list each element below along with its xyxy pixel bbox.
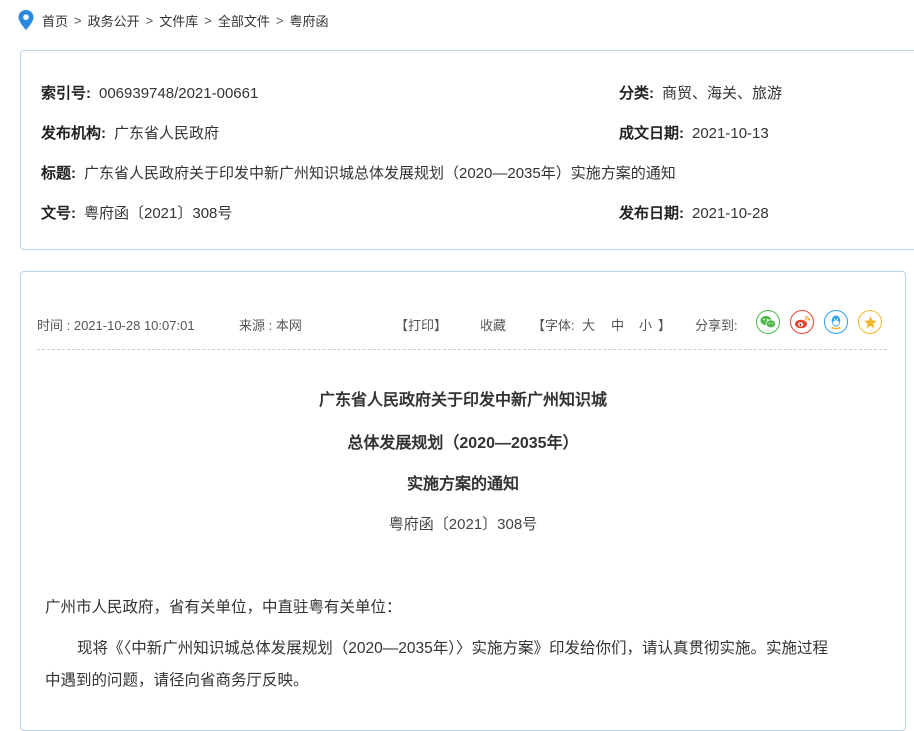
category-row: 分类: 商贸、海关、旅游 <box>619 82 782 103</box>
article-body-line-2: 中遇到的问题，请径向省商务厅反映。 <box>45 672 309 689</box>
article-title-line-2: 总体发展规划（2020—2035年） <box>347 435 579 452</box>
title-label: 标题: <box>41 165 76 182</box>
article-salutation: 广州市人民政府，省有关单位，中直驻粤有关单位： <box>45 599 402 616</box>
category-label: 分类: <box>619 85 654 102</box>
doc-number-value: 粤府函〔2021〕308号 <box>84 205 233 222</box>
title-row: 标题: 广东省人民政府关于印发中新广州知识城总体发展规划（2020—2035年）实… <box>41 162 676 183</box>
written-date-label: 成文日期: <box>619 125 684 142</box>
written-date-value: 2021-10-13 <box>692 125 769 142</box>
breadcrumb-separator: > <box>275 12 284 28</box>
publish-time: 时间 : 2021-10-28 10:07:01 <box>37 318 195 333</box>
index-number-label: 索引号: <box>41 85 91 102</box>
index-number-row: 索引号: 006939748/2021-00661 <box>41 82 258 103</box>
wechat-icon[interactable] <box>756 310 780 334</box>
breadcrumb-all-files[interactable]: 全部文件 <box>218 11 270 30</box>
toolbar-divider <box>37 349 887 350</box>
article-title-line-3: 实施方案的通知 <box>406 476 519 493</box>
breadcrumb-gov-affairs[interactable]: 政务公开 <box>88 11 140 30</box>
share-label: 分享到: <box>695 318 738 333</box>
font-size-close: 】 <box>658 318 672 333</box>
breadcrumb-separator: > <box>145 12 154 28</box>
article-box: 时间 : 2021-10-28 10:07:01 来源 : 本网 【打印】 收藏… <box>20 271 906 731</box>
article-toolbar: 时间 : 2021-10-28 10:07:01 来源 : 本网 【打印】 收藏… <box>35 310 895 337</box>
weibo-icon[interactable] <box>790 310 814 334</box>
breadcrumb-current[interactable]: 粤府函 <box>289 11 328 30</box>
breadcrumb: 首页 > 政务公开 > 文件库 > 全部文件 > 粤府函 <box>18 10 328 30</box>
font-size-open: 【字体: <box>532 318 575 333</box>
breadcrumb-file-library[interactable]: 文件库 <box>159 11 198 30</box>
category-value: 商贸、海关、旅游 <box>662 85 783 102</box>
written-date-row: 成文日期: 2021-10-13 <box>619 122 769 143</box>
index-number-value: 006939748/2021-00661 <box>99 85 259 102</box>
qq-icon[interactable] <box>824 310 848 334</box>
publisher-label: 发布机构: <box>41 125 106 142</box>
font-medium-button[interactable]: 中 <box>611 315 624 334</box>
location-pin-icon <box>18 10 34 30</box>
doc-number-label: 文号: <box>41 205 76 222</box>
breadcrumb-separator: > <box>204 12 212 28</box>
favorite-button[interactable]: 收藏 <box>480 315 506 334</box>
font-large-button[interactable]: 大 <box>582 315 595 334</box>
publish-date-row: 发布日期: 2021-10-28 <box>619 202 769 223</box>
publisher-row: 发布机构: 广东省人民政府 <box>41 122 219 143</box>
publish-date-label: 发布日期: <box>619 205 684 222</box>
title-value: 广东省人民政府关于印发中新广州知识城总体发展规划（2020—2035年）实施方案… <box>84 165 676 182</box>
breadcrumb-home[interactable]: 首页 <box>42 11 68 30</box>
print-button[interactable]: 【打印】 <box>395 315 447 334</box>
publisher-value: 广东省人民政府 <box>114 125 220 142</box>
article-doc-number: 粤府函〔2021〕308号 <box>388 516 538 533</box>
publish-date-value: 2021-10-28 <box>692 205 769 222</box>
qzone-icon[interactable] <box>858 310 882 334</box>
font-small-button[interactable]: 小 <box>639 315 652 334</box>
source: 来源 : 本网 <box>239 318 302 333</box>
doc-number-row: 文号: 粤府函〔2021〕308号 <box>41 202 232 223</box>
breadcrumb-separator: > <box>74 12 82 28</box>
article-body-line-1: 现将《〈中新广州知识城总体发展规划（2020—2035年）〉实施方案》印发给你们… <box>77 640 828 657</box>
document-info-box: 索引号: 006939748/2021-00661 分类: 商贸、海关、旅游 发布机… <box>20 50 914 250</box>
article-title-line-1: 广东省人民政府关于印发中新广州知识城 <box>318 392 607 409</box>
